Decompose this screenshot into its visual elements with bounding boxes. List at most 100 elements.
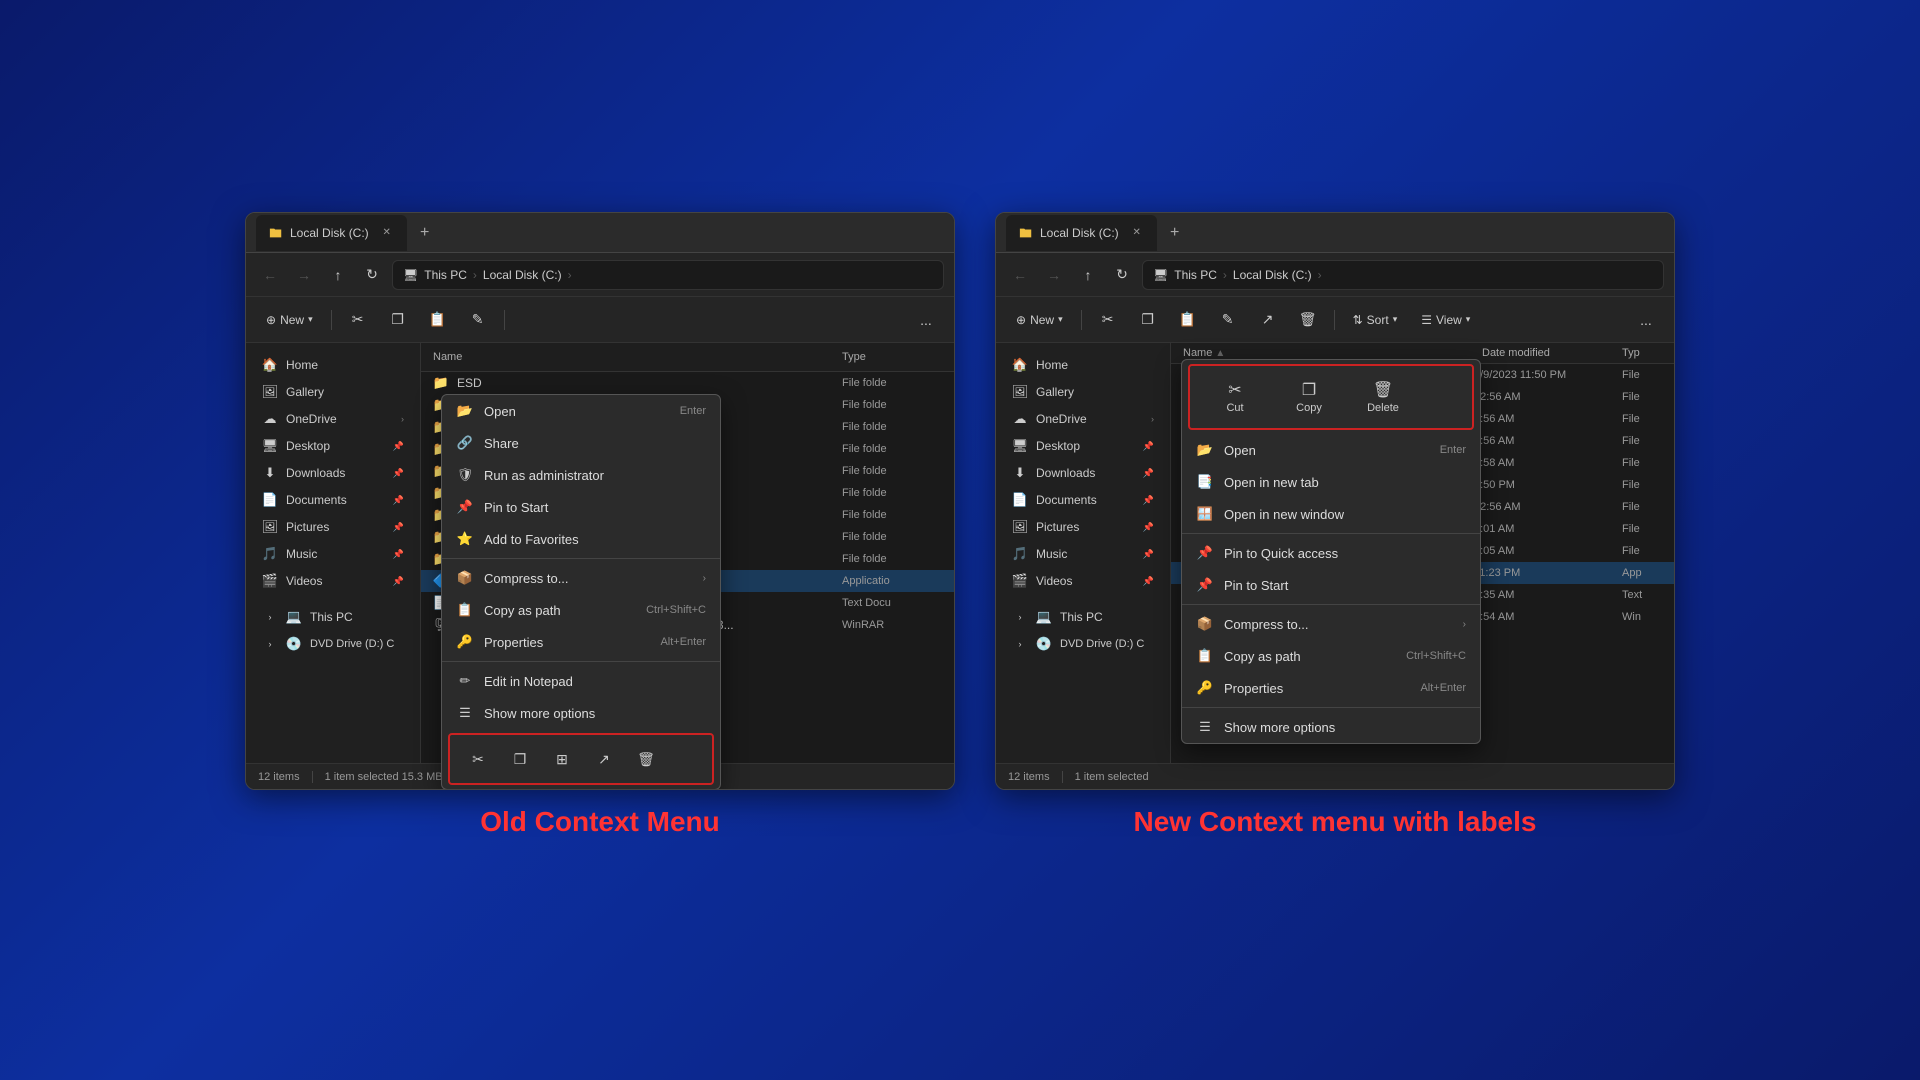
- right-col-name-header[interactable]: Name ▲: [1183, 347, 1482, 359]
- right-up-button[interactable]: ↑: [1074, 261, 1102, 289]
- right-new-button[interactable]: ⊕ New ▾: [1008, 304, 1071, 336]
- left-new-button[interactable]: ⊕ New ▾: [258, 304, 321, 336]
- left-tab-item[interactable]: Local Disk (C:) ✕: [256, 215, 407, 251]
- sidebar-item-documents[interactable]: 📄 Documents 📌: [250, 487, 416, 513]
- ctx-new-copypath[interactable]: 📋 Copy as path Ctrl+Shift+C: [1182, 640, 1480, 672]
- right-sidebar-item-home[interactable]: 🏠 Home: [1000, 352, 1166, 378]
- left-breadcrumb-localdisk[interactable]: Local Disk (C:): [483, 268, 562, 282]
- right-sidebar-item-gallery[interactable]: 🖼 Gallery: [1000, 379, 1166, 405]
- right-sidebar-item-dvd[interactable]: › 💿 DVD Drive (D:) C: [1000, 631, 1166, 657]
- sidebar-item-onedrive[interactable]: ☁ OneDrive ›: [250, 406, 416, 432]
- sidebar-item-music[interactable]: 🎵 Music 📌: [250, 541, 416, 567]
- left-rename-button[interactable]: ✎: [462, 304, 494, 336]
- right-delete-button[interactable]: 🗑: [1292, 304, 1324, 336]
- sidebar-label-thispc: This PC: [310, 610, 353, 624]
- file-row-esd[interactable]: 📁 ESD File folde: [421, 372, 954, 394]
- ctx-mini-share-button[interactable]: ↗: [586, 741, 622, 777]
- right-sidebar-item-pictures[interactable]: 🖼 Pictures 📌: [1000, 514, 1166, 540]
- sidebar-item-downloads[interactable]: ⬇ Downloads 📌: [250, 460, 416, 486]
- sidebar-item-desktop[interactable]: 🖥 Desktop 📌: [250, 433, 416, 459]
- right-sidebar-item-videos[interactable]: 🎬 Videos 📌: [1000, 568, 1166, 594]
- right-sidebar-item-downloads[interactable]: ⬇ Downloads 📌: [1000, 460, 1166, 486]
- ctx-old-compress[interactable]: 📦 Compress to... ›: [442, 562, 720, 594]
- ctx-mini-cut-button[interactable]: ✂: [460, 741, 496, 777]
- ctx-old-editnotepad[interactable]: ✏ Edit in Notepad: [442, 665, 720, 697]
- right-sidebar-label-onedrive: OneDrive: [1036, 412, 1087, 426]
- ctx-new-compress[interactable]: 📦 Compress to... ›: [1182, 608, 1480, 640]
- left-cut-button[interactable]: ✂: [342, 304, 374, 336]
- ctx-old-properties[interactable]: 🔑 Properties Alt+Enter: [442, 626, 720, 658]
- left-copy-button[interactable]: ❐: [382, 304, 414, 336]
- left-tab-close-icon[interactable]: ✕: [379, 225, 395, 241]
- right-refresh-button[interactable]: ↻: [1108, 261, 1136, 289]
- ctx-mini-clipboard-button[interactable]: ⊞: [544, 741, 580, 777]
- left-refresh-button[interactable]: ↻: [358, 261, 386, 289]
- ctx-old-open[interactable]: 📂 Open Enter: [442, 395, 720, 427]
- ctx-old-pintostart[interactable]: 📌 Pin to Start: [442, 491, 720, 523]
- right-sort-button[interactable]: ⇅ Sort ▾: [1345, 304, 1406, 336]
- left-more-options-button[interactable]: ...: [910, 304, 942, 336]
- right-col-type-header[interactable]: Typ: [1622, 347, 1662, 359]
- ctx-new-open[interactable]: 📂 Open Enter: [1182, 434, 1480, 466]
- right-tab-close-icon[interactable]: ✕: [1129, 225, 1145, 241]
- left-col-type-header[interactable]: Type: [842, 351, 942, 363]
- left-address-bar[interactable]: 🖥 This PC › Local Disk (C:) ›: [392, 260, 944, 290]
- left-breadcrumb-thispc[interactable]: This PC: [424, 268, 467, 282]
- ctx-new-properties[interactable]: 🔑 Properties Alt+Enter: [1182, 672, 1480, 704]
- right-sidebar-item-music[interactable]: 🎵 Music 📌: [1000, 541, 1166, 567]
- ctx-new-copy-button[interactable]: ❐ Copy: [1274, 374, 1344, 420]
- ctx-old-runas[interactable]: 🛡 Run as administrator: [442, 459, 720, 491]
- ctx-old-showmore[interactable]: ☰ Show more options: [442, 697, 720, 729]
- right-documents-icon: 📄: [1012, 492, 1028, 508]
- right-tab-item[interactable]: Local Disk (C:) ✕: [1006, 215, 1157, 251]
- left-col-name-header[interactable]: Name: [433, 347, 842, 367]
- ctx-old-copypath[interactable]: 📋 Copy as path Ctrl+Shift+C: [442, 594, 720, 626]
- right-rename-button[interactable]: ✎: [1212, 304, 1244, 336]
- file-type-winaerotweaker: File folde: [842, 509, 942, 521]
- ctx-mini-copy-button[interactable]: ❐: [502, 741, 538, 777]
- right-breadcrumb-thispc[interactable]: This PC: [1174, 268, 1217, 282]
- right-sidebar-item-desktop[interactable]: 🖥 Desktop 📌: [1000, 433, 1166, 459]
- sidebar-item-home[interactable]: 🏠 Home: [250, 352, 416, 378]
- sidebar-label-documents: Documents: [286, 493, 347, 507]
- ctx-new-opennewtab[interactable]: 📑 Open in new tab: [1182, 466, 1480, 498]
- sidebar-item-thispc[interactable]: › 💻 This PC: [250, 604, 416, 630]
- right-sidebar-item-onedrive[interactable]: ☁ OneDrive ›: [1000, 406, 1166, 432]
- ctx-mini-delete-button[interactable]: 🗑: [628, 741, 664, 777]
- ctx-old-share[interactable]: 🔗 Share: [442, 427, 720, 459]
- right-view-arrow-icon: ▾: [1466, 314, 1471, 325]
- ctx-new-pintostart[interactable]: 📌 Pin to Start: [1182, 569, 1480, 601]
- file-type-firefly: Applicatio: [842, 575, 942, 587]
- right-sidebar-item-documents[interactable]: 📄 Documents 📌: [1000, 487, 1166, 513]
- sidebar-item-dvd[interactable]: › 💿 DVD Drive (D:) C: [250, 631, 416, 657]
- sidebar-item-pictures[interactable]: 🖼 Pictures 📌: [250, 514, 416, 540]
- right-more-options-button[interactable]: ...: [1630, 304, 1662, 336]
- right-cut-button[interactable]: ✂: [1092, 304, 1124, 336]
- right-tab-title: Local Disk (C:): [1040, 226, 1119, 240]
- right-copy-button[interactable]: ❐: [1132, 304, 1164, 336]
- right-file-date-esd: 2/9/2023 11:50 PM: [1474, 369, 1614, 381]
- sidebar-item-gallery[interactable]: 🖼 Gallery: [250, 379, 416, 405]
- right-col-date-header[interactable]: Date modified: [1482, 347, 1622, 359]
- right-address-bar[interactable]: 🖥 This PC › Local Disk (C:) ›: [1142, 260, 1664, 290]
- right-new-tab-button[interactable]: +: [1161, 219, 1189, 247]
- right-breadcrumb-localdisk[interactable]: Local Disk (C:): [1233, 268, 1312, 282]
- right-file-date-winaer: 12:56 AM: [1474, 501, 1614, 513]
- ctx-old-addtofav[interactable]: ⭐ Add to Favorites: [442, 523, 720, 555]
- right-sidebar-item-thispc[interactable]: › 💻 This PC: [1000, 604, 1166, 630]
- right-file-type-winaer: File: [1622, 501, 1662, 513]
- ctx-new-showmore[interactable]: ☰ Show more options: [1182, 711, 1480, 743]
- left-new-tab-button[interactable]: +: [411, 219, 439, 247]
- right-share-button[interactable]: ↗: [1252, 304, 1284, 336]
- left-up-button[interactable]: ↑: [324, 261, 352, 289]
- right-sort-icon: ⇅: [1353, 313, 1363, 327]
- desktop-icon: 🖥: [262, 438, 278, 454]
- right-view-button[interactable]: ☰ View ▾: [1413, 304, 1478, 336]
- ctx-new-cut-button[interactable]: ✂ Cut: [1200, 374, 1270, 420]
- ctx-new-opennewwindow[interactable]: 🪟 Open in new window: [1182, 498, 1480, 530]
- ctx-new-delete-button[interactable]: 🗑 Delete: [1348, 374, 1418, 420]
- ctx-open-icon: 📂: [456, 402, 474, 420]
- old-context-menu: 📂 Open Enter 🔗 Share 🛡 Run as administra…: [441, 394, 721, 790]
- sidebar-item-videos[interactable]: 🎬 Videos 📌: [250, 568, 416, 594]
- ctx-new-pintoquickaccess[interactable]: 📌 Pin to Quick access: [1182, 537, 1480, 569]
